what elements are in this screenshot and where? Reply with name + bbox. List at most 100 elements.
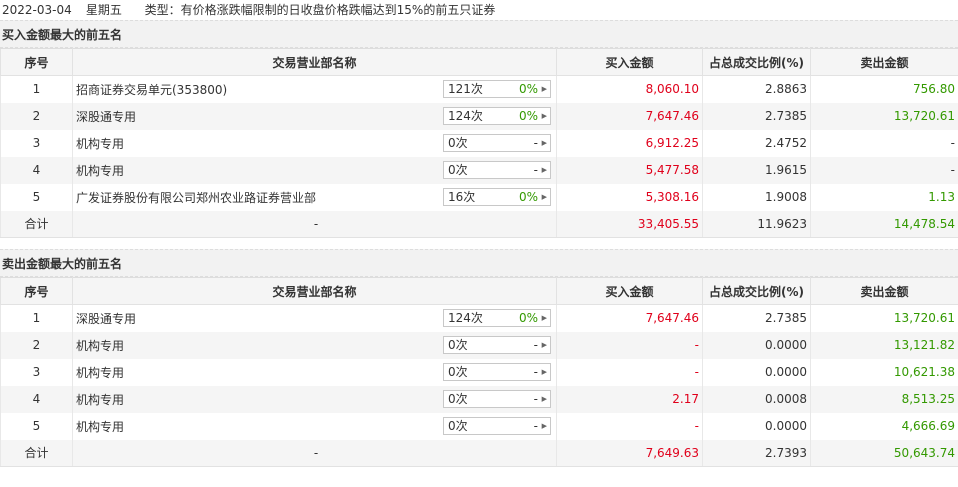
row-index: 5 — [0, 412, 73, 440]
sell-amount: 4,666.69 — [810, 412, 958, 440]
broker-name: 广发证券股份有限公司郑州农业路证券营业部 — [76, 190, 317, 205]
broker-name-cell: 机构专用 0次 - ▶ — [72, 156, 557, 184]
row-index: 2 — [0, 331, 73, 359]
buy-amount: 7,647.46 — [556, 102, 703, 130]
total-row: 合计 -33,405.55 11.9623 14,478.54 — [0, 210, 958, 238]
total-name: - — [72, 439, 557, 467]
ratio-value: 2.7385 — [702, 304, 811, 332]
win-rate: - — [533, 418, 538, 433]
row-index: 3 — [0, 129, 73, 157]
sell-amount: 8,513.25 — [810, 385, 958, 413]
col-header-idx: 序号 — [0, 48, 73, 76]
ratio-value: 0.0008 — [702, 385, 811, 413]
total-label: 合计 — [0, 439, 73, 467]
win-rate: - — [533, 337, 538, 352]
appearance-count: 0次 — [448, 391, 468, 406]
win-rate: - — [533, 364, 538, 379]
caret-right-icon: ▶ — [541, 314, 547, 322]
col-header-buy: 买入金额 — [556, 277, 703, 305]
caret-right-icon: ▶ — [541, 85, 547, 93]
broker-name-cell: 深股通专用 124次 0% ▶ — [72, 304, 557, 332]
total-row: 合计 -7,649.63 2.7393 50,643.74 — [0, 439, 958, 467]
broker-name-cell: 机构专用 0次 - ▶ — [72, 412, 557, 440]
total-name: - — [72, 210, 557, 238]
sell-amount: 13,720.61 — [810, 102, 958, 130]
appearance-count-dropdown[interactable]: 124次 0% ▶ — [443, 106, 551, 125]
total-ratio: 2.7393 — [702, 439, 811, 467]
broker-name: 招商证券交易单元(353800) — [76, 82, 228, 97]
ratio-value: 2.4752 — [702, 129, 811, 157]
col-header-sell: 卖出金额 — [810, 277, 958, 305]
trade-weekday: 星期五 — [85, 3, 122, 17]
list-type: 类型：有价格涨跌幅限制的日收盘价格跌幅达到15%的前五只证券 — [144, 3, 496, 17]
row-index: 4 — [0, 156, 73, 184]
caret-right-icon: ▶ — [541, 367, 547, 376]
broker-name-cell: 招商证券交易单元(353800) 121次 0% ▶ — [72, 75, 557, 103]
win-rate: - — [533, 391, 538, 406]
buy-amount: 5,477.58 — [556, 156, 703, 184]
row-index: 1 — [0, 304, 73, 332]
total-sell-amount: 14,478.54 — [810, 210, 958, 238]
appearance-count-dropdown[interactable]: 0次 - ▶ — [443, 160, 551, 179]
appearance-count-dropdown[interactable]: 0次 - ▶ — [443, 389, 551, 408]
caret-right-icon: ▶ — [541, 165, 547, 174]
broker-name-cell: 机构专用 0次 - ▶ — [72, 129, 557, 157]
sell-amount: 1.13 — [810, 183, 958, 211]
ratio-value: 2.7385 — [702, 102, 811, 130]
appearance-count-dropdown[interactable]: 0次 - ▶ — [443, 362, 551, 381]
table-header-row: 序号 交易营业部名称 买入金额 占总成交比例(%) 卖出金额 — [0, 48, 958, 76]
table-row: 2 机构专用 0次 - ▶ -0.0000 13,121.82 — [0, 331, 958, 359]
col-header-sell: 卖出金额 — [810, 48, 958, 76]
sell-amount: 13,720.61 — [810, 304, 958, 332]
caret-right-icon: ▶ — [541, 192, 547, 201]
appearance-count-dropdown[interactable]: 121次 0% ▶ — [443, 80, 551, 98]
buy-top5-table: 序号 交易营业部名称 买入金额 占总成交比例(%) 卖出金额 1 招商证券交易单元… — [0, 48, 958, 238]
broker-name: 机构专用 — [76, 136, 125, 151]
appearance-count: 121次 — [448, 82, 483, 96]
top-info-bar: 2022-03-04 星期五 类型：有价格涨跌幅限制的日收盘价格跌幅达到15%的… — [0, 0, 958, 20]
buy-amount: - — [556, 331, 703, 359]
table-row: 3 机构专用 0次 - ▶ 6,912.25 2.4752- — [0, 129, 958, 157]
appearance-count-dropdown[interactable]: 0次 - ▶ — [443, 416, 551, 435]
caret-right-icon: ▶ — [541, 394, 547, 403]
row-index: 3 — [0, 358, 73, 386]
appearance-count-dropdown[interactable]: 0次 - ▶ — [443, 335, 551, 354]
sell-amount: - — [810, 156, 958, 184]
trade-date: 2022-03-04 — [2, 3, 72, 17]
buy-amount: 8,060.10 — [556, 75, 703, 103]
sell-top5-table: 序号 交易营业部名称 买入金额 占总成交比例(%) 卖出金额 1 深股通专用 124… — [0, 277, 958, 467]
broker-name: 机构专用 — [76, 419, 125, 434]
total-buy-amount: 33,405.55 — [556, 210, 703, 238]
total-label: 合计 — [0, 210, 73, 238]
sell-amount: 13,121.82 — [810, 331, 958, 359]
ratio-value: 0.0000 — [702, 358, 811, 386]
caret-right-icon: ▶ — [541, 340, 547, 349]
buy-amount: - — [556, 358, 703, 386]
table-row: 1 招商证券交易单元(353800) 121次 0% ▶ 8,060.10 2.8863 75… — [0, 75, 958, 103]
col-header-idx: 序号 — [0, 277, 73, 305]
appearance-count-dropdown[interactable]: 16次 0% ▶ — [443, 187, 551, 206]
row-index: 5 — [0, 183, 73, 211]
broker-name: 机构专用 — [76, 392, 125, 407]
broker-name: 机构专用 — [76, 365, 125, 380]
buy-amount: 5,308.16 — [556, 183, 703, 211]
col-header-name: 交易营业部名称 — [72, 277, 557, 305]
appearance-count: 124次 — [448, 108, 483, 123]
total-sell-amount: 50,643.74 — [810, 439, 958, 467]
win-rate: - — [533, 135, 538, 150]
broker-name: 机构专用 — [76, 338, 125, 353]
sell-amount: 756.80 — [810, 75, 958, 103]
appearance-count: 0次 — [448, 135, 468, 150]
broker-name-cell: 广发证券股份有限公司郑州农业路证券营业部 16次 0% ▶ — [72, 183, 557, 211]
appearance-count: 0次 — [448, 337, 468, 352]
broker-name-cell: 机构专用 0次 - ▶ — [72, 331, 557, 359]
buy-section-title: 买入金额最大的前五名 — [0, 20, 958, 48]
table-row: 4 机构专用 0次 - ▶ 2.17 0.0008 8,513.25 — [0, 385, 958, 413]
appearance-count: 0次 — [448, 364, 468, 379]
appearance-count-dropdown[interactable]: 124次 0% ▶ — [443, 309, 551, 327]
ratio-value: 2.8863 — [702, 75, 811, 103]
ratio-value: 0.0000 — [702, 412, 811, 440]
buy-amount: 6,912.25 — [556, 129, 703, 157]
appearance-count-dropdown[interactable]: 0次 - ▶ — [443, 133, 551, 152]
col-header-buy: 买入金额 — [556, 48, 703, 76]
